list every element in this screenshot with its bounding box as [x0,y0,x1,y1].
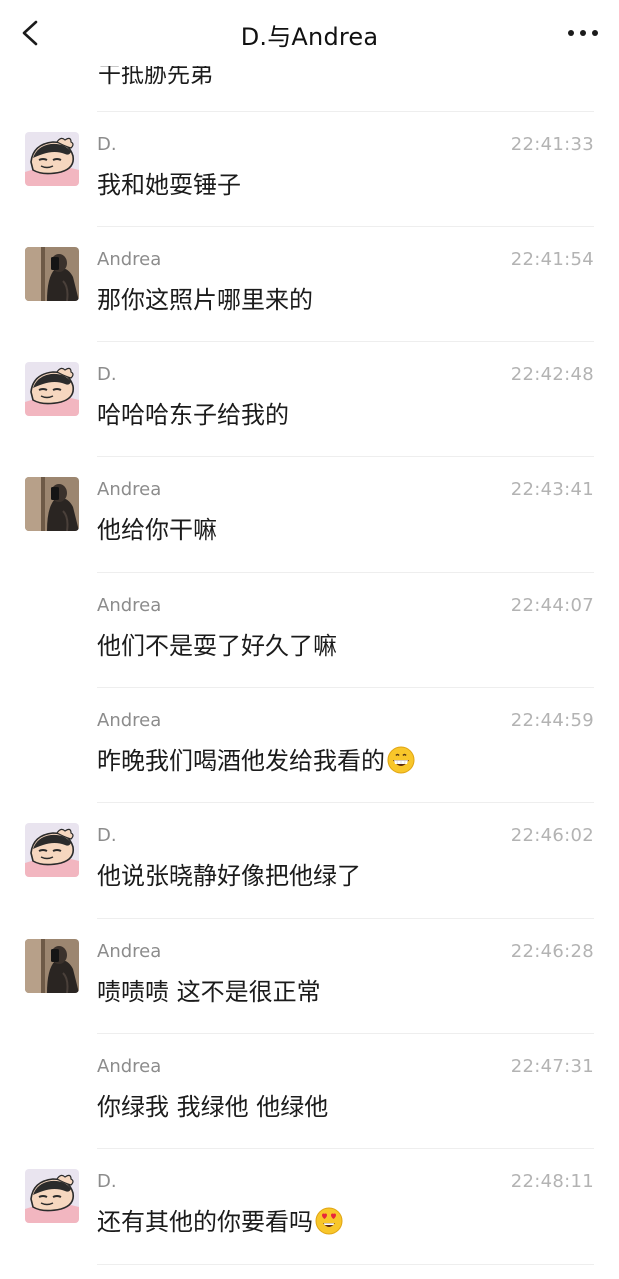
cartoon-avatar[interactable] [25,362,79,416]
chat-message[interactable]: D. 22:46:02 他说张晓静好像把他绿了 [0,803,619,918]
message-text: 我和她耍锤子 [97,171,241,199]
message-text: 还有其他的你要看吗 [97,1202,343,1237]
message-time: 22:41:54 [510,249,594,270]
message-time: 22:44:07 [510,595,594,616]
message-time: 22:42:48 [510,364,594,385]
chat-message[interactable]: Andrea 22:44:07 他们不是耍了好久了嘛 [0,573,619,688]
more-options-button[interactable] [565,20,601,46]
chat-header: D.与Andrea [0,0,619,66]
message-divider [97,1264,594,1265]
cartoon-avatar[interactable] [25,823,79,877]
sender-name: Andrea [97,1056,162,1077]
message-text: 啧啧啧 这不是很正常 [97,978,321,1006]
message-text: 他说张晓静好像把他绿了 [97,862,361,890]
chat-message[interactable]: Andrea 22:43:41 他给你干嘛 [0,457,619,572]
message-time: 22:46:02 [510,825,594,846]
sender-name: Andrea [97,479,162,500]
mirror-selfie-avatar[interactable] [25,477,79,531]
message-text: 他给你干嘛 [97,516,217,544]
sender-name: D. [97,1171,117,1192]
message-text: 昨晚我们喝酒他发给我看的 [97,741,415,776]
sender-name: Andrea [97,941,162,962]
message-time: 22:43:41 [510,479,594,500]
message-text: 你绿我 我绿他 他绿他 [97,1093,329,1121]
chat-message[interactable]: Andrea 22:41:54 那你这照片哪里来的 [0,227,619,342]
chat-message[interactable]: Andrea 22:47:31 你绿我 我绿他 他绿他 [0,1034,619,1149]
chat-feed[interactable]: 干抵胁先弟 D. 22:41:33 我和她耍锤子 Andrea 22:41:54… [0,0,619,1279]
message-time: 22:41:33 [510,134,594,155]
message-text: 那你这照片哪里来的 [97,286,313,314]
message-time: 22:48:11 [510,1171,594,1192]
sender-name: Andrea [97,710,162,731]
message-text: 哈哈哈东子给我的 [97,401,289,429]
sender-name: Andrea [97,595,162,616]
grinning-face-icon [387,746,415,774]
message-time: 22:46:28 [510,941,594,962]
cartoon-avatar[interactable] [25,132,79,186]
chat-message[interactable]: D. 22:42:48 哈哈哈东子给我的 [0,342,619,457]
message-text: 他们不是耍了好久了嘛 [97,632,337,660]
chat-message[interactable]: D. 22:48:11 还有其他的你要看吗 [0,1149,619,1264]
message-time: 22:44:59 [510,710,594,731]
message-time: 22:47:31 [510,1056,594,1077]
sender-name: D. [97,364,117,385]
cartoon-avatar[interactable] [25,1169,79,1223]
more-dots-icon [568,30,598,36]
mirror-selfie-avatar[interactable] [25,247,79,301]
chat-message[interactable]: Andrea 22:46:28 啧啧啧 这不是很正常 [0,919,619,1034]
sender-name: Andrea [97,249,162,270]
chat-title: D.与Andrea [240,23,379,51]
chat-message[interactable]: Andrea 22:44:59 昨晚我们喝酒他发给我看的 [0,688,619,803]
sender-name: D. [97,134,117,155]
mirror-selfie-avatar[interactable] [25,939,79,993]
chat-message[interactable]: D. 22:41:33 我和她耍锤子 [0,112,619,227]
sender-name: D. [97,825,117,846]
heart-eyes-face-icon [315,1207,343,1235]
